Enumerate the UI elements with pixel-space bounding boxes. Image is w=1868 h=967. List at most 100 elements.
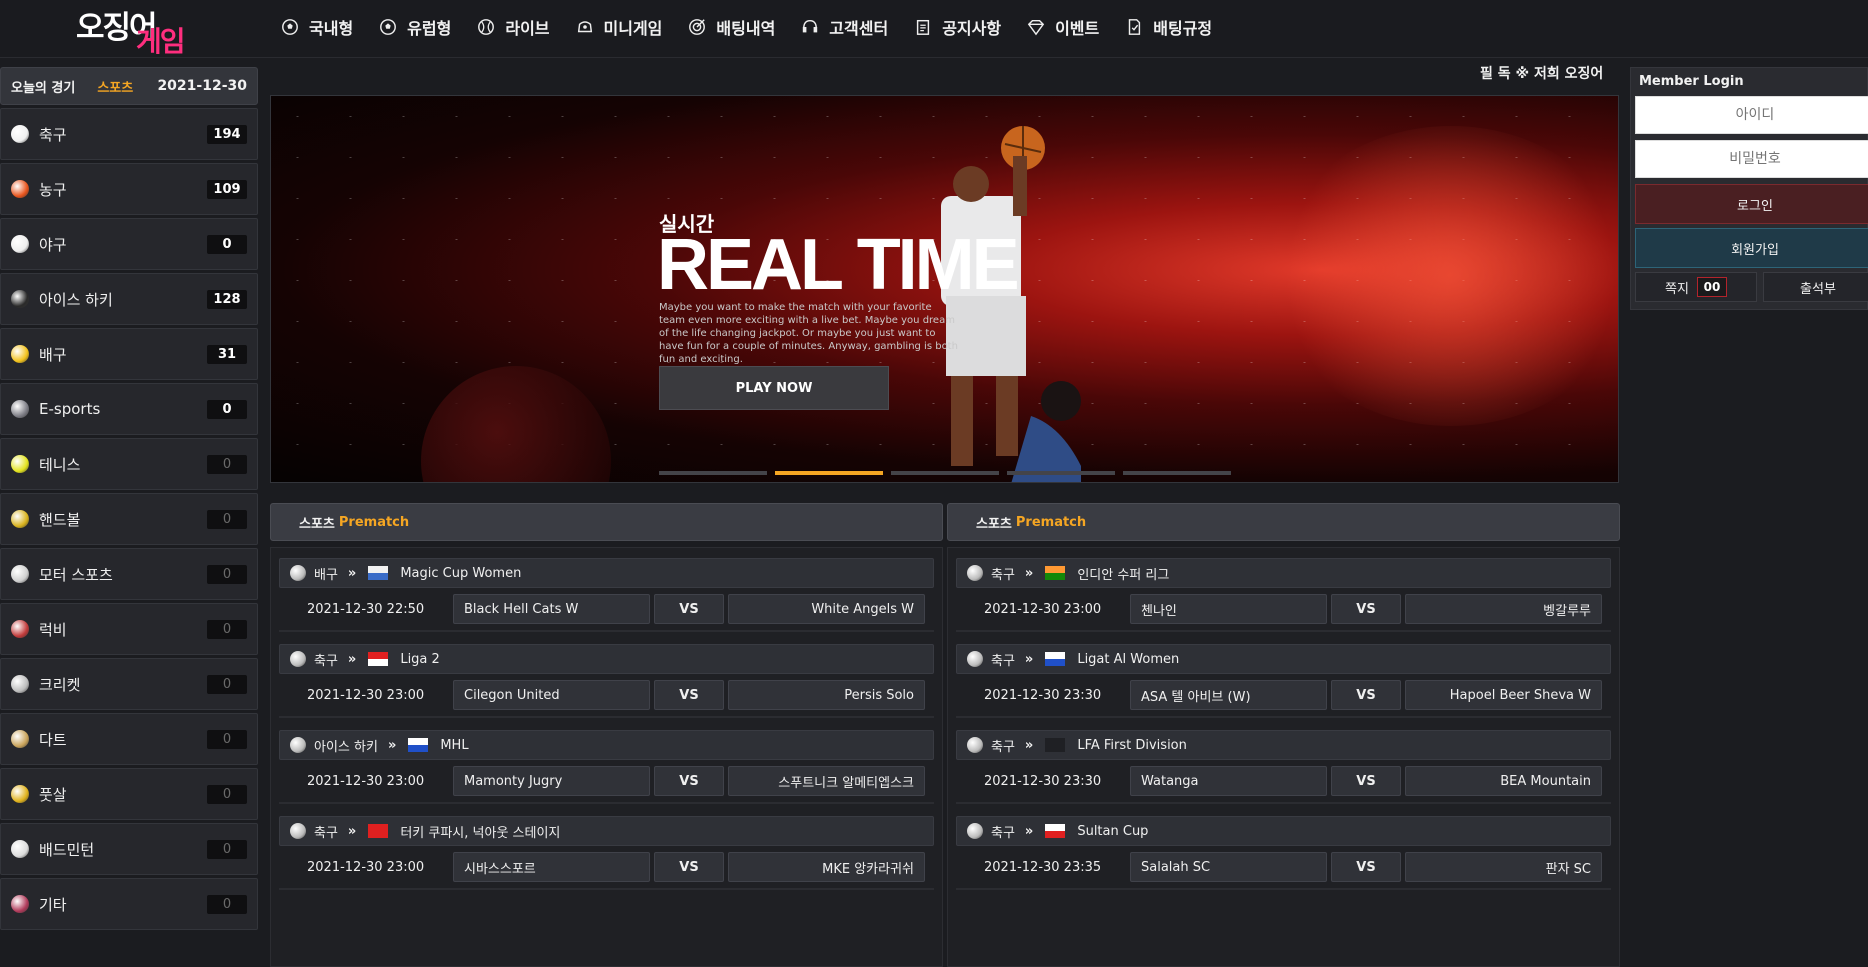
nav-label: 공지사항	[942, 19, 1002, 38]
panel-header: 스포츠 Prematch	[270, 503, 943, 541]
home-team-button[interactable]: Salalah SC	[1130, 852, 1327, 882]
sidebar-item-tennis[interactable]: 테니스 0	[0, 438, 258, 490]
league-name: MHL	[440, 737, 469, 753]
home-team-button[interactable]: Black Hell Cats W	[453, 594, 650, 624]
home-team-button[interactable]: 첸나인	[1130, 594, 1327, 624]
play-now-button[interactable]: PLAY NOW	[659, 366, 889, 410]
sidebar-item-darts[interactable]: 다트 0	[0, 713, 258, 765]
messages-label: 쪽지	[1665, 281, 1689, 297]
league-sport: 배구	[314, 567, 338, 583]
tab-today-games[interactable]: 오늘의 경기	[11, 77, 75, 96]
league-bar[interactable]: 배구 » Magic Cup Women	[279, 558, 934, 588]
sidebar-item-badminton[interactable]: 배드민턴 0	[0, 823, 258, 875]
notice-ticker[interactable]: 필 독 ※ 저희 오징어	[1480, 63, 1620, 85]
nav-item-5[interactable]: 배팅내역	[687, 12, 775, 42]
slide-dot-3[interactable]	[891, 471, 999, 475]
away-team-button[interactable]: 스푸트니크 알메티엡스크	[728, 766, 925, 796]
slide-dot-2[interactable]	[775, 471, 883, 475]
sidebar-item-motorsport[interactable]: 모터 스포츠 0	[0, 548, 258, 600]
sports-sidebar: 오늘의 경기 스포츠 2021-12-30 축구 194 농구 109 야구 0 아이스 하…	[0, 67, 258, 930]
league-bar[interactable]: 축구 » 인디안 수퍼 리그	[956, 558, 1611, 588]
league-name: Ligat Al Women	[1077, 651, 1180, 667]
away-team-button[interactable]: 벵갈루루	[1405, 594, 1602, 624]
sport-count-badge: 0	[207, 509, 247, 529]
away-team-button[interactable]: 판자 SC	[1405, 852, 1602, 882]
sport-count-badge: 0	[207, 564, 247, 584]
login-button[interactable]: 로그인	[1635, 184, 1868, 224]
sidebar-item-etc[interactable]: 기타 0	[0, 878, 258, 930]
nav-item-3[interactable]: 라이브	[476, 12, 550, 42]
sidebar-item-esports[interactable]: E-sports 0	[0, 383, 258, 435]
nav-item-7[interactable]: 공지사항	[913, 12, 1001, 42]
away-team-button[interactable]: White Angels W	[728, 594, 925, 624]
vs-button[interactable]: VS	[654, 766, 724, 796]
sport-name: 다트	[39, 730, 67, 749]
match-card: 축구 » 인디안 수퍼 리그 2021-12-30 23:00 첸나인 VS 벵갈루루	[956, 558, 1611, 632]
sidebar-item-cricket[interactable]: 크리켓 0	[0, 658, 258, 710]
nav-item-8[interactable]: 이벤트	[1026, 12, 1099, 42]
match-row: 2021-12-30 23:00 첸나인 VS 벵갈루루	[956, 588, 1611, 632]
futsal-icon	[11, 785, 29, 803]
home-team-button[interactable]: Mamonty Jugry	[453, 766, 650, 796]
sport-count-badge: 0	[207, 729, 247, 749]
league-bar[interactable]: 축구 » Ligat Al Women	[956, 644, 1611, 674]
banner-title: REAL TIME	[657, 225, 1020, 305]
vs-button[interactable]: VS	[1331, 680, 1401, 710]
vs-button[interactable]: VS	[654, 594, 724, 624]
panel-title: 스포츠	[299, 516, 335, 532]
league-bar[interactable]: 축구 » Liga 2	[279, 644, 934, 674]
nav-item-9[interactable]: 배팅규정	[1124, 12, 1212, 42]
match-time: 2021-12-30 23:35	[984, 859, 1102, 875]
nav-item-6[interactable]: 고객센터	[800, 12, 888, 42]
home-team-button[interactable]: Watanga	[1130, 766, 1327, 796]
vs-button[interactable]: VS	[654, 852, 724, 882]
sport-count-badge: 128	[207, 289, 247, 309]
league-sport: 축구	[991, 567, 1015, 583]
nav-item-1[interactable]: 국내형	[280, 12, 353, 42]
league-bar[interactable]: 축구 » LFA First Division	[956, 730, 1611, 760]
sidebar-item-volleyball[interactable]: 배구 31	[0, 328, 258, 380]
away-team-button[interactable]: BEA Mountain	[1405, 766, 1602, 796]
sidebar-item-futsal[interactable]: 풋살 0	[0, 768, 258, 820]
sidebar-item-basketball[interactable]: 농구 109	[0, 163, 258, 215]
signup-button[interactable]: 회원가입	[1635, 228, 1868, 268]
tab-sports[interactable]: 스포츠	[97, 77, 133, 96]
slide-dot-5[interactable]	[1123, 471, 1231, 475]
sport-count-badge: 109	[207, 179, 247, 199]
chevron-double-right-icon: »	[1024, 823, 1034, 839]
sidebar-item-ice-hockey[interactable]: 아이스 하키 128	[0, 273, 258, 325]
vs-button[interactable]: VS	[1331, 594, 1401, 624]
password-input[interactable]	[1635, 140, 1868, 178]
sidebar-item-handball[interactable]: 핸드볼 0	[0, 493, 258, 545]
site-logo[interactable]: 오징어 게임	[74, 2, 186, 58]
vs-button[interactable]: VS	[654, 680, 724, 710]
sport-icon	[290, 737, 306, 753]
nav-label: 고객센터	[829, 19, 889, 38]
nav-item-4[interactable]: 미니게임	[575, 12, 662, 42]
messages-button[interactable]: 쪽지 00	[1635, 272, 1757, 302]
home-team-button[interactable]: Cilegon United	[453, 680, 650, 710]
sidebar-item-soccer[interactable]: 축구 194	[0, 108, 258, 160]
home-team-button[interactable]: ASA 텔 아비브 (W)	[1130, 680, 1327, 710]
away-team-button[interactable]: Persis Solo	[728, 680, 925, 710]
country-flag-icon	[1045, 824, 1066, 838]
sidebar-item-baseball[interactable]: 야구 0	[0, 218, 258, 270]
league-name: LFA First Division	[1077, 737, 1187, 753]
league-bar[interactable]: 아이스 하키 » MHL	[279, 730, 934, 760]
attendance-button[interactable]: 출석부	[1763, 272, 1868, 302]
away-team-button[interactable]: MKE 앙카라귀쉬	[728, 852, 925, 882]
slide-dot-1[interactable]	[659, 471, 767, 475]
vs-button[interactable]: VS	[1331, 852, 1401, 882]
home-team-button[interactable]: 시바스스포르	[453, 852, 650, 882]
cricket-icon	[11, 675, 29, 693]
nav-item-2[interactable]: 유럽형	[378, 12, 451, 42]
slide-dot-4[interactable]	[1007, 471, 1115, 475]
sport-count-badge: 0	[207, 619, 247, 639]
league-bar[interactable]: 축구 » 터키 쿠파시, 넉아웃 스테이지	[279, 816, 934, 846]
sidebar-item-rugby[interactable]: 럭비 0	[0, 603, 258, 655]
user-id-input[interactable]	[1635, 96, 1868, 134]
vs-button[interactable]: VS	[1331, 766, 1401, 796]
chevron-double-right-icon: »	[347, 565, 357, 581]
league-bar[interactable]: 축구 » Sultan Cup	[956, 816, 1611, 846]
away-team-button[interactable]: Hapoel Beer Sheva W	[1405, 680, 1602, 710]
